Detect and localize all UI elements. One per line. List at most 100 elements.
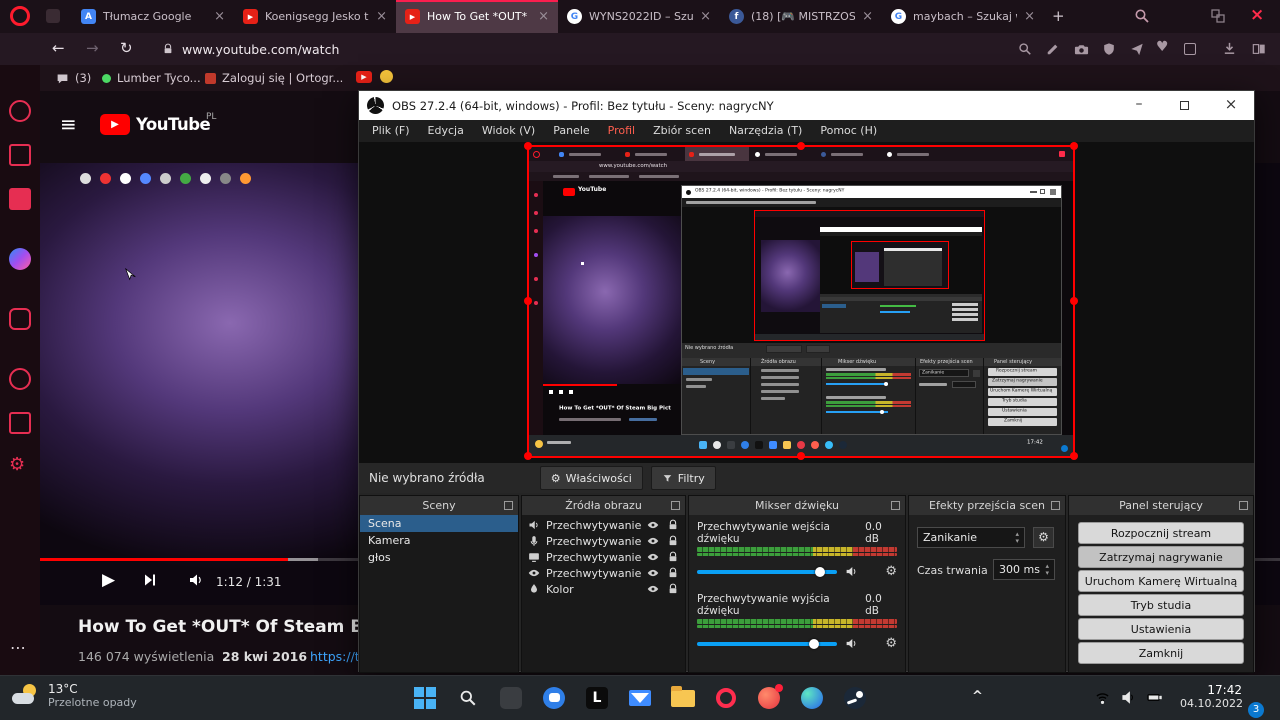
bookmark-favicon-emoji[interactable] bbox=[380, 70, 393, 83]
instagram-icon[interactable] bbox=[9, 308, 31, 330]
maximize-button[interactable] bbox=[1162, 91, 1208, 120]
scenes-dock-header[interactable]: Sceny bbox=[360, 496, 518, 515]
opera-gx-icon[interactable] bbox=[711, 683, 741, 713]
tab-wyns2022[interactable]: G WYNS2022ID – Szuk × bbox=[558, 0, 720, 33]
steam-icon[interactable] bbox=[840, 683, 870, 713]
source-item[interactable]: Przechwytywanie bbox=[522, 565, 685, 581]
virtual-camera-button[interactable]: Uruchom Kamerę Wirtualną bbox=[1078, 570, 1244, 592]
pinned-tabs-icon[interactable] bbox=[46, 9, 60, 23]
tab-search-icon[interactable] bbox=[1134, 8, 1150, 24]
visibility-eye-icon[interactable] bbox=[647, 583, 659, 595]
preview-capture-source[interactable]: www.youtube.com/watch You bbox=[529, 147, 1073, 456]
next-button-icon[interactable] bbox=[142, 572, 158, 588]
url-text[interactable]: www.youtube.com/watch bbox=[182, 42, 339, 57]
heart-icon[interactable]: ♥ bbox=[1156, 39, 1169, 55]
tab-close-icon[interactable]: × bbox=[862, 9, 873, 24]
visibility-eye-icon[interactable] bbox=[647, 567, 659, 579]
bookmark-chat[interactable]: (3) bbox=[56, 69, 91, 87]
duration-spinner[interactable]: 300 ms ▴▾ bbox=[993, 559, 1055, 580]
scene-item[interactable]: głos bbox=[360, 549, 518, 566]
youtube-logo-icon[interactable]: ▶ bbox=[100, 114, 130, 135]
sources-dock-header[interactable]: Źródła obrazu bbox=[522, 496, 685, 515]
dock-popout-icon[interactable] bbox=[504, 501, 513, 510]
lock-icon[interactable] bbox=[667, 583, 679, 595]
edit-icon[interactable] bbox=[1046, 42, 1060, 56]
transition-gear-button[interactable]: ⚙ bbox=[1033, 527, 1054, 548]
tab-how-to-get-out[interactable]: ▶ How To Get *OUT* O × bbox=[396, 0, 558, 33]
studio-mode-button[interactable]: Tryb studia bbox=[1078, 594, 1244, 616]
bookmark-lumber[interactable]: Lumber Tyco... bbox=[102, 69, 201, 87]
close-button[interactable]: × bbox=[1208, 91, 1254, 120]
menu-edycja[interactable]: Edycja bbox=[419, 120, 473, 142]
channel-gear-icon[interactable]: ⚙ bbox=[885, 564, 897, 579]
dock-popout-icon[interactable] bbox=[1239, 501, 1248, 510]
dark-app-icon[interactable] bbox=[496, 683, 526, 713]
forward-icon[interactable]: → bbox=[86, 39, 99, 57]
notification-badge[interactable]: 3 bbox=[1248, 702, 1264, 718]
player-box-icon[interactable] bbox=[9, 412, 31, 434]
tab-google-translate[interactable]: A Tłumacz Google × bbox=[72, 0, 234, 33]
scene-item[interactable]: Kamera bbox=[360, 532, 518, 549]
controls-dock-header[interactable]: Panel sterujący bbox=[1069, 496, 1253, 515]
scene-item[interactable]: Scena bbox=[360, 515, 518, 532]
send-icon[interactable] bbox=[1130, 42, 1144, 56]
weather-widget[interactable]: 13°C Przelotne opady bbox=[10, 682, 137, 712]
l-app-icon[interactable]: L bbox=[582, 683, 612, 713]
volume-slider[interactable] bbox=[697, 642, 837, 646]
sidebar-more-icon[interactable]: ⋯ bbox=[10, 638, 26, 657]
badged-app-icon[interactable] bbox=[754, 683, 784, 713]
visibility-eye-icon[interactable] bbox=[647, 551, 659, 563]
exit-button[interactable]: Zamknij bbox=[1078, 642, 1244, 664]
volume-slider[interactable] bbox=[697, 570, 837, 574]
tv-icon[interactable] bbox=[9, 144, 31, 166]
window-close-button[interactable]: × bbox=[1250, 5, 1264, 25]
tab-close-icon[interactable]: × bbox=[376, 9, 387, 24]
clock-widget[interactable]: 17:42 04.10.2022 bbox=[1180, 683, 1242, 710]
visibility-eye-icon[interactable] bbox=[647, 519, 659, 531]
menu-panele[interactable]: Panele bbox=[544, 120, 598, 142]
bookmark-ortograf[interactable]: Zaloguj się | Ortogr... bbox=[205, 69, 343, 87]
lock-icon[interactable] bbox=[667, 567, 679, 579]
opera-logo-icon[interactable] bbox=[10, 6, 30, 26]
tray-expand-chevron[interactable]: ^ bbox=[972, 689, 983, 704]
vpn-shield-icon[interactable] bbox=[1102, 42, 1116, 56]
menu-widok[interactable]: Widok (V) bbox=[473, 120, 544, 142]
dock-popout-icon[interactable] bbox=[1051, 501, 1060, 510]
lock-icon[interactable] bbox=[667, 519, 679, 531]
source-item[interactable]: Przechwytywanie bbox=[522, 533, 685, 549]
volume-icon[interactable] bbox=[188, 572, 204, 588]
tab-koenigsegg[interactable]: ▶ Koenigsegg Jesko to × bbox=[234, 0, 396, 33]
properties-button[interactable]: ⚙ Właściwości bbox=[540, 466, 643, 490]
minimize-button[interactable]: – bbox=[1116, 91, 1162, 120]
back-icon[interactable]: ← bbox=[52, 39, 65, 57]
panels-toggle-icon[interactable] bbox=[1252, 42, 1266, 56]
menu-profil[interactable]: Profil bbox=[599, 120, 644, 142]
dock-popout-icon[interactable] bbox=[891, 501, 900, 510]
gx-corner-icon[interactable] bbox=[9, 100, 31, 122]
mixer-dock-header[interactable]: Mikser dźwięku bbox=[689, 496, 905, 515]
start-stream-button[interactable]: Rozpocznij stream bbox=[1078, 522, 1244, 544]
file-explorer-icon[interactable] bbox=[668, 683, 698, 713]
menu-plik[interactable]: Plik (F) bbox=[363, 120, 419, 142]
source-item[interactable]: Przechwytywanie bbox=[522, 549, 685, 565]
tab-tiling-icon[interactable] bbox=[1210, 8, 1226, 24]
tab-close-icon[interactable]: × bbox=[214, 9, 225, 24]
chat-app-icon[interactable] bbox=[539, 683, 569, 713]
mute-speaker-icon[interactable] bbox=[845, 637, 858, 650]
download-icon[interactable] bbox=[1222, 41, 1237, 56]
source-item[interactable]: Przechwytywanie bbox=[522, 517, 685, 533]
tab-close-icon[interactable]: × bbox=[538, 9, 549, 24]
lock-icon[interactable] bbox=[667, 535, 679, 547]
bookmark-favicon-youtube[interactable]: ▶ bbox=[356, 71, 372, 83]
zoom-icon[interactable] bbox=[1018, 42, 1032, 56]
settings-gear-icon[interactable]: ⚙ bbox=[9, 454, 25, 475]
stop-recording-button[interactable]: Zatrzymaj nagrywanie bbox=[1078, 546, 1244, 568]
twitch-icon[interactable] bbox=[9, 188, 31, 210]
transitions-dock-header[interactable]: Efekty przejścia scen bbox=[909, 496, 1065, 515]
search-button[interactable] bbox=[453, 683, 483, 713]
menu-hamburger-icon[interactable]: ≡ bbox=[60, 112, 77, 136]
snapshot-camera-icon[interactable] bbox=[1074, 42, 1089, 57]
channel-gear-icon[interactable]: ⚙ bbox=[885, 636, 897, 651]
messenger-icon[interactable] bbox=[9, 248, 31, 270]
start-button[interactable] bbox=[410, 683, 440, 713]
